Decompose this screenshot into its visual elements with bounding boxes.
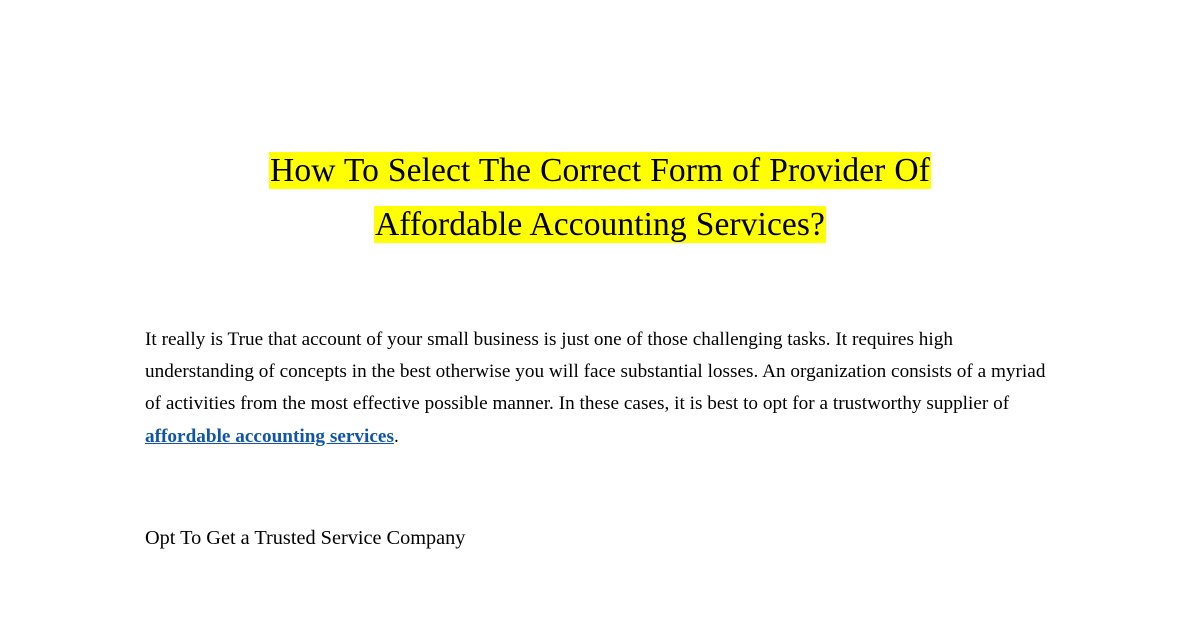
body-paragraph-container: It really is True that account of your s…: [145, 324, 1053, 453]
subheading: Opt To Get a Trusted Service Company: [145, 527, 466, 549]
document-page: How To Select The Correct Form of Provid…: [0, 0, 1200, 630]
affordable-accounting-services-link[interactable]: affordable accounting services: [145, 426, 394, 447]
subheading-container: Opt To Get a Trusted Service Company: [145, 524, 1053, 552]
body-paragraph: It really is True that account of your s…: [145, 324, 1053, 453]
title-line-2: Affordable Accounting Services?: [145, 198, 1055, 252]
paragraph-text-before-link: It really is True that account of your s…: [145, 329, 1046, 415]
page-title: How To Select The Correct Form of Provid…: [145, 144, 1055, 252]
title-line-1-highlight: How To Select The Correct Form of Provid…: [269, 152, 931, 189]
title-line-1: How To Select The Correct Form of Provid…: [145, 144, 1055, 198]
paragraph-text-after-link: .: [393, 425, 399, 447]
title-line-2-highlight: Affordable Accounting Services?: [373, 206, 826, 243]
